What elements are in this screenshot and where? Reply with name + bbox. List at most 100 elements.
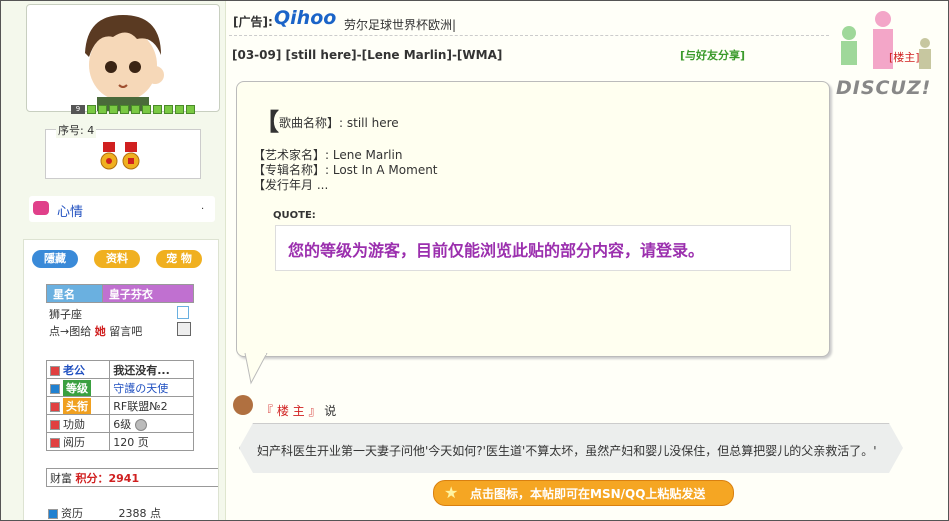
bullet-icon <box>50 437 60 448</box>
bubble-tail <box>244 353 268 385</box>
heart-icon <box>33 201 49 215</box>
star-table: 星名 皇子芬衣 <box>46 284 195 303</box>
stats-table: 老公 我还没有... 等级 守護の天使 头衔 RF联盟№2 功勋 6级 阅历 1… <box>45 360 194 451</box>
medal-icon <box>134 418 147 431</box>
level-segment <box>120 105 129 114</box>
level-segment <box>98 105 107 114</box>
leo-icon <box>177 305 189 319</box>
message-suffix: 留言吧 <box>109 324 143 338</box>
partner-label-cell: 老公 <box>45 360 111 379</box>
ad-label-text: [广告]: <box>233 15 273 29</box>
table-row: 点→图给 她 留言吧 <box>46 322 194 339</box>
reading-label-cell: 阅历 <box>45 432 111 451</box>
table-row: 头衔 RF联盟№2 <box>45 396 194 415</box>
partner-value-cell: 我还没有... <box>109 360 194 379</box>
level-segment <box>186 105 195 114</box>
level-segment <box>164 105 173 114</box>
wealth-label: 财富 <box>50 471 72 485</box>
guest-notice: 您的等级为游客，目前仅能浏览此贴的部分内容，请登录。 <box>288 241 705 260</box>
partner-label: 老公 <box>63 363 85 377</box>
divider <box>229 35 829 36</box>
discuz-watermark: DISCUZ! <box>836 77 932 99</box>
msn-share-button[interactable]: ★ 点击图标，本帖即可在MSN/QQ上粘贴发送 <box>433 480 734 506</box>
qihoo-logo[interactable]: Qihoo <box>274 7 336 29</box>
song-line: 歌曲名称】: still here <box>279 116 399 130</box>
wealth-cell: 财富 积分：2941 <box>46 468 218 487</box>
serial-box: 序号: 4 <box>45 122 201 179</box>
table-row: 老公 我还没有... <box>45 360 194 379</box>
message-prefix: 点→图给 <box>49 324 92 338</box>
medal-icon <box>122 142 140 170</box>
star-label-cell: 星名 <box>46 284 103 303</box>
capital-label: 资历 <box>61 507 83 520</box>
level-segment <box>87 105 96 114</box>
star-icon: ★ <box>444 483 459 502</box>
title-label: 头衔 <box>63 397 91 414</box>
bullet-icon <box>50 401 60 412</box>
reading-label: 阅历 <box>63 435 85 449</box>
table-row: 星名 皇子芬衣 <box>46 284 195 303</box>
level-segment <box>131 105 140 114</box>
message-her: 她 <box>94 324 106 338</box>
title-value: RF联盟№2 <box>113 399 168 413</box>
tab-pet[interactable]: 宠 物 <box>156 250 202 268</box>
edit-icon[interactable] <box>177 322 191 336</box>
ad-link[interactable]: 劳尔足球世界杯欧洲| <box>344 16 456 33</box>
quote-label: QUOTE: <box>273 210 316 221</box>
bullet-icon <box>50 365 60 376</box>
zodiac-table: 狮子座 点→图给 她 留言吧 <box>46 305 194 339</box>
artist-line: 【艺术家名】: Lene Marlin <box>253 148 403 162</box>
reading-value-cell: 120 页 <box>109 432 194 451</box>
album-line: 【专辑名称】: Lost In A Moment <box>253 163 438 177</box>
wealth-score: 积分：2941 <box>75 471 140 485</box>
message-icon-cell[interactable] <box>174 322 194 339</box>
avatar-image <box>85 15 164 111</box>
avatar[interactable] <box>26 4 220 112</box>
wealth-table: 财富 积分：2941 <box>46 468 218 487</box>
zodiac-cell: 狮子座 <box>46 305 174 322</box>
merit-label-cell: 功勋 <box>45 414 111 433</box>
grade-label: 等级 <box>63 379 91 396</box>
grade-value: 守護の天使 <box>113 381 169 395</box>
mood-row[interactable]: 心情 . <box>29 196 215 222</box>
release-line: 【发行年月 ... <box>253 178 329 192</box>
grade-value-cell: 守護の天使 <box>109 378 194 397</box>
merit-label: 功勋 <box>63 417 85 431</box>
level-bar: 9 <box>71 105 195 114</box>
floor-label: [楼主] <box>889 51 920 64</box>
table-row: 阅历 120 页 <box>45 432 194 451</box>
mood-dot: . <box>201 201 205 212</box>
star-label: 星名 <box>53 287 75 301</box>
level-segment <box>175 105 184 114</box>
merit-value-cell: 6级 <box>109 414 194 433</box>
level-badge: 9 <box>71 105 85 114</box>
tab-hidden[interactable]: 隱藏 <box>32 250 78 268</box>
table-row: 等级 守護の天使 <box>45 378 194 397</box>
table-row: 狮子座 <box>46 305 194 322</box>
serial-label: 序号: 4 <box>56 122 97 138</box>
signature-avatar-icon <box>233 395 253 415</box>
star-value-cell: 皇子芬衣 <box>101 284 195 303</box>
ad-label: [广告]: <box>233 13 279 30</box>
partner-value: 我还没有... <box>113 363 170 377</box>
bullet-icon <box>50 383 60 394</box>
signature-text: 妇产科医生开业第一天妻子问他'今天如何?'医生道'不算太坏，虽然产妇和婴儿没保住… <box>257 444 877 458</box>
level-segment <box>153 105 162 114</box>
reading-value: 120 页 <box>113 435 149 449</box>
medal-icon <box>100 142 118 170</box>
tab-profile[interactable]: 资料 <box>94 250 140 268</box>
bullet-icon <box>50 419 60 430</box>
post-title: [03-09] [still here]-[Lene Marlin]-[WMA] <box>232 48 503 62</box>
message-cell[interactable]: 点→图给 她 留言吧 <box>46 322 174 339</box>
msn-share-label: 点击图标，本帖即可在MSN/QQ上粘贴发送 <box>470 487 706 501</box>
song-name: 【歌曲名称】: still here <box>255 102 399 137</box>
share-link[interactable]: [与好友分享] <box>680 47 745 63</box>
capital-row: 资历 2388 点 <box>48 505 162 520</box>
title-label-cell: 头衔 <box>45 396 111 415</box>
mood-label: 心情 <box>57 205 84 220</box>
capital-value: 2388 点 <box>118 507 162 520</box>
signature-says: 说 <box>324 404 337 418</box>
signature-label: 『 楼 主 』 说 <box>261 402 336 419</box>
signature-owner: 『 楼 主 』 <box>261 404 321 418</box>
song-meta: 【艺术家名】: Lene Marlin 【专辑名称】: Lost In A Mo… <box>253 148 438 193</box>
